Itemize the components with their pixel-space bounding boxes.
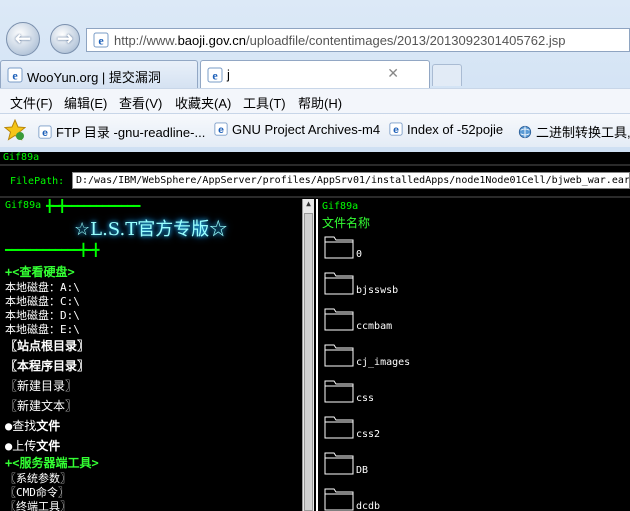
shell-title: ☆L.S.T官方专版☆ — [74, 219, 228, 240]
left-scrollbar[interactable]: ▲ — [302, 199, 314, 511]
menu-tools[interactable]: 工具(T) — [243, 93, 286, 112]
menu-help[interactable]: 帮助(H) — [298, 93, 342, 112]
disk-link-e[interactable]: 本地磁盘：E:\ — [5, 321, 80, 337]
separator — [0, 164, 630, 166]
svg-text:e: e — [218, 124, 224, 136]
new-tab-button[interactable] — [432, 64, 462, 86]
tab-label: WooYun.org | 提交漏洞 — [27, 70, 161, 85]
favorite-link[interactable]: e Index of -52pojie — [389, 122, 503, 137]
forward-button[interactable]: → — [50, 24, 80, 54]
folder-icon[interactable] — [324, 377, 354, 403]
menu-favorites[interactable]: 收藏夹(A) — [175, 93, 231, 112]
new-text-link[interactable]: 〖新建文本〗 — [5, 397, 77, 414]
server-tools-heading: +<服务器端工具> — [5, 456, 99, 470]
address-url[interactable]: http://www.baoji.gov.cn/uploadfile/conte… — [114, 33, 565, 48]
forward-arrow-icon: → — [56, 26, 74, 50]
svg-text:e: e — [393, 124, 399, 136]
find-file-link[interactable]: ●查找文件 — [5, 417, 60, 434]
filepath-label: FilePath: — [10, 176, 65, 187]
folder-name-link[interactable]: css2 — [356, 429, 380, 440]
banner-top-line: ╋━╋━━━━━━━━━━━━ — [46, 199, 140, 213]
file-name-column-header: 文件名称 — [322, 216, 371, 230]
filepath-input[interactable]: D:/was/IBM/WebSphere/AppServer/profiles/… — [72, 172, 630, 189]
left-gif-text: Gif89a — [5, 200, 42, 211]
menu-edit[interactable]: 编辑(E) — [64, 93, 107, 112]
folder-icon[interactable] — [324, 305, 354, 331]
folder-icon[interactable] — [324, 233, 354, 259]
disk-section-heading: +<查看硬盘> — [5, 265, 75, 279]
program-dir-link[interactable]: 〖本程序目录〗 — [5, 357, 89, 374]
browser-chrome: ← → e http://www.baoji.gov.cn/uploadfile… — [0, 0, 630, 152]
folder-name-link[interactable]: ccmbam — [356, 321, 392, 332]
favorite-link[interactable]: 二进制转换工具,/ — [518, 122, 630, 141]
new-directory-link[interactable]: 〖新建目录〗 — [5, 377, 77, 394]
separator — [0, 196, 630, 198]
folder-name-link[interactable]: DB — [356, 465, 368, 476]
svg-text:e: e — [212, 69, 218, 83]
scroll-up-arrow-icon[interactable]: ▲ — [303, 199, 314, 211]
favorites-bar: e FTP 目录 -gnu-readline-... e GNU Project A… — [0, 113, 630, 147]
favorites-star-icon[interactable] — [4, 119, 26, 141]
close-icon[interactable]: ✕ — [387, 65, 399, 82]
right-gif-text: Gif89a — [322, 201, 359, 212]
site-root-link[interactable]: 〖站点根目录〗 — [5, 337, 89, 354]
tab-label: j — [227, 67, 230, 82]
svg-text:e: e — [12, 69, 18, 83]
folder-name-link[interactable]: cj_images — [356, 357, 410, 368]
ie-page-icon: e — [389, 122, 403, 136]
upload-file-link[interactable]: ●上传文件 — [5, 437, 60, 454]
back-arrow-icon: ← — [14, 26, 32, 50]
panel-divider — [316, 199, 318, 511]
file-list-panel: Gif89a 文件名称 0 bjsswsb ccmbam cj_imagescss cs… — [320, 199, 630, 511]
folder-name-link[interactable]: css — [356, 393, 374, 404]
scrollbar-thumb[interactable] — [304, 213, 313, 511]
webshell-page: Gif89a FilePath: D:/was/IBM/WebSphere/Ap… — [0, 152, 630, 511]
address-bar[interactable]: e http://www.baoji.gov.cn/uploadfile/con… — [86, 28, 630, 52]
left-nav-panel: Gif89a ╋━╋━━━━━━━━━━━━ ☆L.S.T官方专版☆ ━━━━━… — [0, 199, 316, 511]
folder-name-link[interactable]: dcdb — [356, 501, 380, 511]
tab-strip: e WooYun.org | 提交漏洞 e j ✕ — [0, 60, 630, 88]
favorite-link[interactable]: e FTP 目录 -gnu-readline-... — [38, 122, 205, 141]
folder-icon[interactable] — [324, 341, 354, 367]
navigation-bar: ← → e http://www.baoji.gov.cn/uploadfile… — [0, 0, 630, 60]
terminal-tools-link[interactable]: 〖终端工具〗 — [5, 498, 71, 511]
folder-name-link[interactable]: bjsswsb — [356, 285, 398, 296]
svg-text:e: e — [42, 127, 48, 139]
svg-text:e: e — [98, 34, 104, 48]
globe-icon — [518, 125, 532, 139]
favorite-link[interactable]: e GNU Project Archives-m4 — [214, 122, 380, 137]
menu-file[interactable]: 文件(F) — [10, 93, 53, 112]
ie-page-icon: e — [38, 125, 52, 139]
folder-icon[interactable] — [324, 413, 354, 439]
banner-bottom-line: ━━━━━━━━━━━━╋━╋ — [5, 243, 99, 257]
ie-page-icon: e — [207, 67, 223, 83]
folder-icon[interactable] — [324, 269, 354, 295]
folder-name-link[interactable]: 0 — [356, 249, 362, 260]
menu-bar: 文件(F) 编辑(E) 查看(V) 收藏夹(A) 工具(T) 帮助(H) — [0, 88, 630, 113]
gif-header-text: Gif89a — [3, 152, 40, 163]
tab-wooyun[interactable]: e WooYun.org | 提交漏洞 — [0, 60, 198, 88]
ie-page-icon: e — [7, 67, 23, 83]
folder-icon[interactable] — [324, 485, 354, 511]
ie-page-icon: e — [214, 122, 228, 136]
back-button[interactable]: ← — [6, 22, 40, 56]
tab-active[interactable]: e j ✕ — [200, 60, 430, 88]
ie-page-icon: e — [93, 32, 109, 48]
folder-icon[interactable] — [324, 449, 354, 475]
menu-view[interactable]: 查看(V) — [119, 93, 162, 112]
